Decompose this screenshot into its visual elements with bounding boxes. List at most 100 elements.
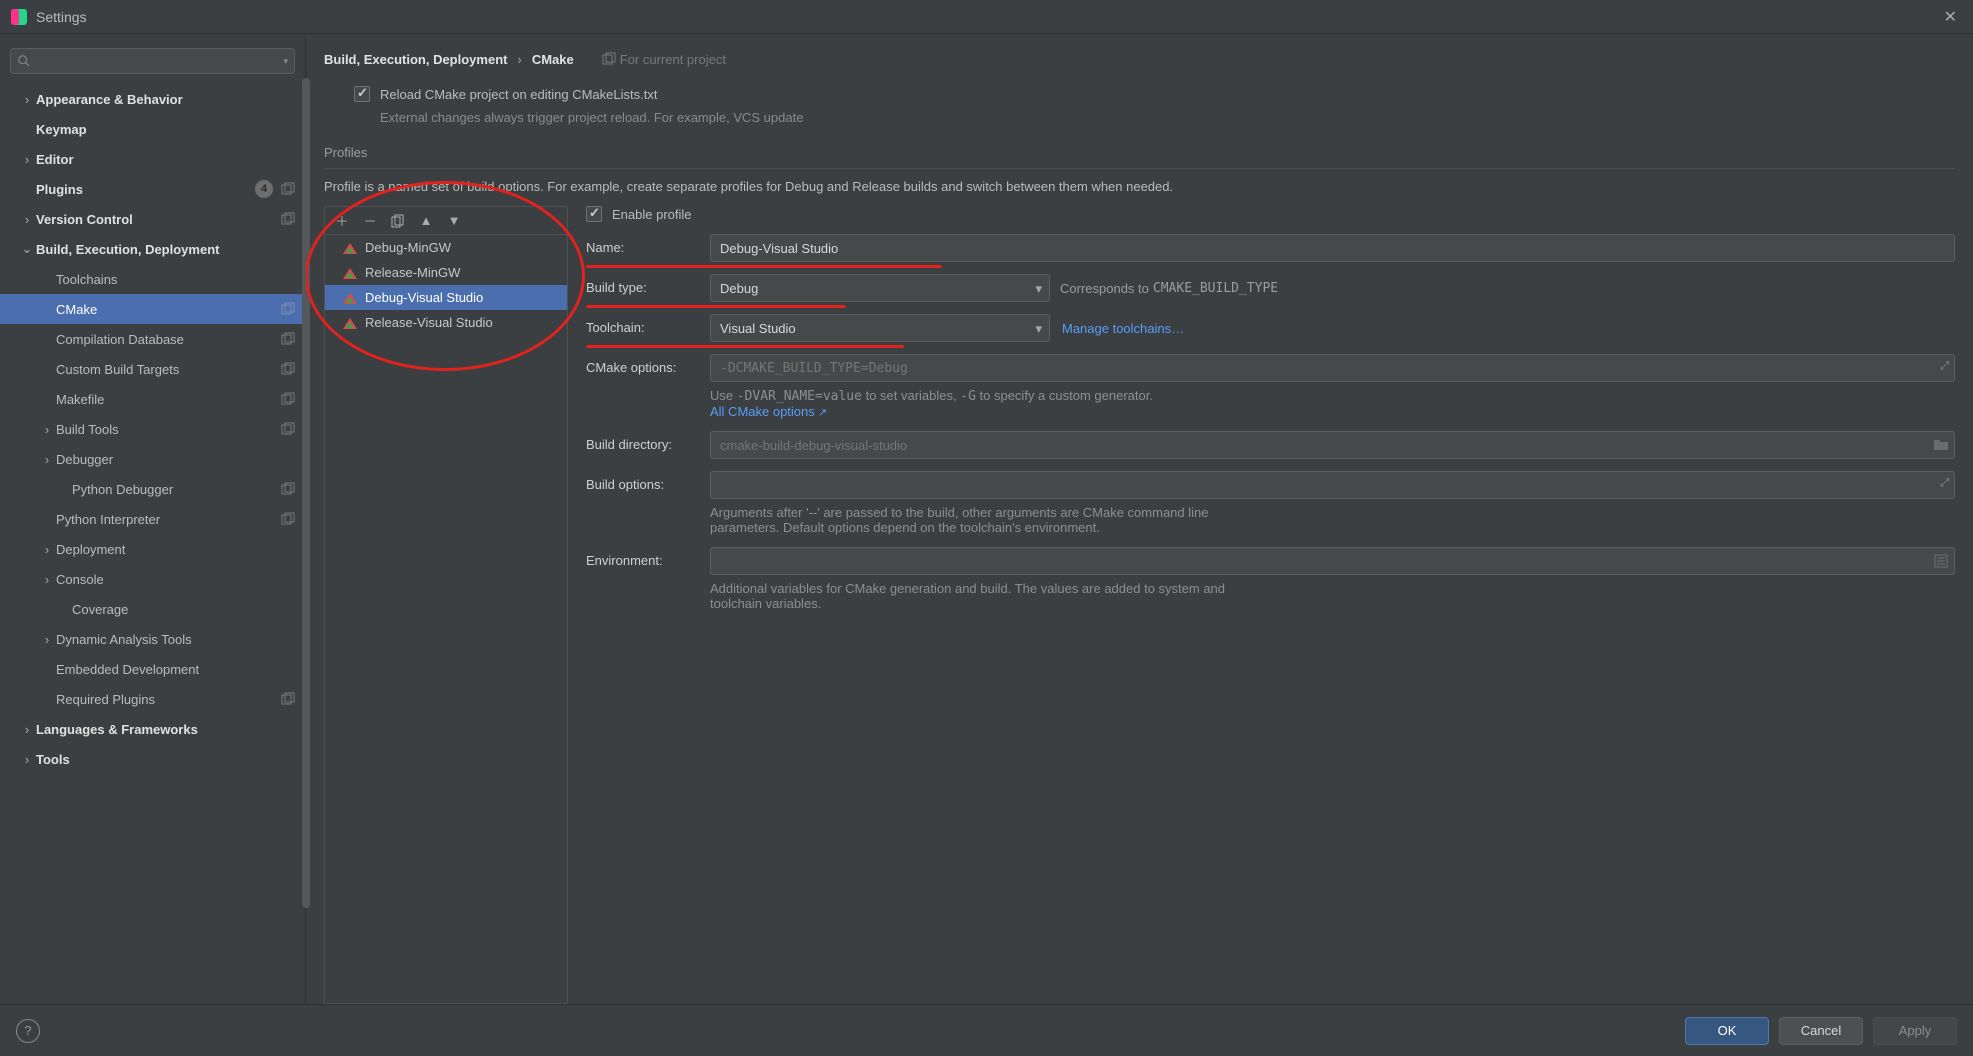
search-icon: [17, 54, 31, 68]
environment-label: Environment:: [586, 547, 698, 568]
profile-item-release-mingw[interactable]: Release-MinGW: [325, 260, 567, 285]
scope-label: For current project: [620, 52, 726, 67]
sidebar-item-label: Languages & Frameworks: [36, 722, 295, 737]
sidebar-item-label: Python Interpreter: [56, 512, 277, 527]
build-type-corresponds: Corresponds to: [1060, 281, 1149, 296]
settings-sidebar: ▾ ›Appearance & BehaviorKeymap›EditorPlu…: [0, 34, 306, 1004]
reload-cmake-checkbox[interactable]: [354, 86, 370, 102]
sidebar-item-label: Coverage: [72, 602, 295, 617]
folder-icon[interactable]: [1933, 437, 1949, 453]
name-input[interactable]: [710, 234, 1955, 262]
sidebar-item-tools[interactable]: ›Tools: [0, 744, 305, 774]
sidebar-item-deployment[interactable]: ›Deployment: [0, 534, 305, 564]
chevron-icon: ›: [38, 452, 56, 467]
breadcrumb-segment-0[interactable]: Build, Execution, Deployment: [324, 52, 507, 67]
sidebar-item-coverage[interactable]: Coverage: [0, 594, 305, 624]
sidebar-item-makefile[interactable]: Makefile: [0, 384, 305, 414]
enable-profile-checkbox[interactable]: [586, 206, 602, 222]
sidebar-item-compilation-database[interactable]: Compilation Database: [0, 324, 305, 354]
sidebar-item-label: Build Tools: [56, 422, 277, 437]
annotation-underline-buildtype: [586, 305, 846, 308]
sidebar-item-label: Tools: [36, 752, 295, 767]
sidebar-item-label: Debugger: [56, 452, 295, 467]
profiles-list[interactable]: Debug-MinGW Release-MinGW Debug-Visual Stu…: [325, 235, 567, 1003]
profile-move-up-button[interactable]: ▲: [417, 212, 435, 230]
environment-input[interactable]: [710, 547, 1955, 575]
sidebar-item-build-tools[interactable]: ›Build Tools: [0, 414, 305, 444]
sidebar-item-version-control[interactable]: ›Version Control: [0, 204, 305, 234]
sidebar-scrollbar-thumb[interactable]: [302, 78, 310, 908]
profiles-header: Profiles: [324, 145, 1955, 160]
titlebar: Settings ✕: [0, 0, 1973, 34]
build-type-select[interactable]: [710, 274, 1050, 302]
sidebar-item-console[interactable]: ›Console: [0, 564, 305, 594]
sidebar-item-languages-frameworks[interactable]: ›Languages & Frameworks: [0, 714, 305, 744]
profile-add-button[interactable]: ＋: [333, 212, 351, 230]
apply-button[interactable]: Apply: [1873, 1017, 1957, 1045]
expand-icon[interactable]: ⤢: [1940, 360, 1949, 373]
breadcrumb: Build, Execution, Deployment › CMake For…: [324, 42, 1955, 76]
sidebar-item-toolchains[interactable]: Toolchains: [0, 264, 305, 294]
chevron-icon: ›: [38, 542, 56, 557]
annotation-underline-name: [586, 265, 942, 268]
build-type-code: CMAKE_BUILD_TYPE: [1153, 281, 1278, 296]
toolchain-select[interactable]: [710, 314, 1050, 342]
sidebar-item-build-execution-deployment[interactable]: ⌄Build, Execution, Deployment: [0, 234, 305, 264]
sidebar-scrollbar-track[interactable]: [302, 48, 312, 1008]
build-options-hint: Arguments after '--' are passed to the b…: [710, 505, 1270, 535]
build-directory-input[interactable]: [710, 431, 1955, 459]
chevron-icon: ›: [18, 722, 36, 737]
ok-button[interactable]: OK: [1685, 1017, 1769, 1045]
reload-cmake-label: Reload CMake project on editing CMakeLis…: [380, 87, 657, 102]
sidebar-item-label: Makefile: [56, 392, 277, 407]
enable-profile-label: Enable profile: [612, 207, 692, 222]
cmake-options-input[interactable]: [710, 354, 1955, 382]
manage-toolchains-link[interactable]: Manage toolchains…: [1062, 321, 1184, 336]
profile-item-label: Release-MinGW: [365, 265, 460, 280]
sidebar-item-dynamic-analysis-tools[interactable]: ›Dynamic Analysis Tools: [0, 624, 305, 654]
help-button[interactable]: ?: [16, 1019, 40, 1043]
build-options-input[interactable]: [710, 471, 1955, 499]
sidebar-item-custom-build-targets[interactable]: Custom Build Targets: [0, 354, 305, 384]
profile-item-release-visual-studio[interactable]: Release-Visual Studio: [325, 310, 567, 335]
sidebar-item-label: Toolchains: [56, 272, 295, 287]
list-icon[interactable]: [1933, 553, 1949, 569]
sidebar-item-label: Plugins: [36, 182, 255, 197]
sidebar-item-label: Console: [56, 572, 295, 587]
sidebar-item-keymap[interactable]: Keymap: [0, 114, 305, 144]
search-dropdown-icon[interactable]: ▾: [283, 56, 288, 67]
sidebar-item-python-interpreter[interactable]: Python Interpreter: [0, 504, 305, 534]
sidebar-item-label: Embedded Development: [56, 662, 295, 677]
section-divider: [324, 168, 1955, 169]
window-close-button[interactable]: ✕: [1938, 5, 1963, 29]
build-options-label: Build options:: [586, 471, 698, 492]
sidebar-item-cmake[interactable]: CMake: [0, 294, 305, 324]
chevron-icon: ›: [18, 92, 36, 107]
settings-search-input[interactable]: [35, 54, 283, 69]
chevron-icon: ›: [18, 152, 36, 167]
profile-item-debug-visual-studio[interactable]: Debug-Visual Studio: [325, 285, 567, 310]
all-cmake-options-link[interactable]: All CMake options: [710, 404, 827, 419]
profile-item-debug-mingw[interactable]: Debug-MinGW: [325, 235, 567, 260]
profile-copy-button[interactable]: [389, 212, 407, 230]
sidebar-item-python-debugger[interactable]: Python Debugger: [0, 474, 305, 504]
sidebar-item-label: Required Plugins: [56, 692, 277, 707]
sidebar-item-editor[interactable]: ›Editor: [0, 144, 305, 174]
profile-move-down-button[interactable]: ▼: [445, 212, 463, 230]
profile-remove-button[interactable]: －: [361, 212, 379, 230]
sidebar-item-embedded-development[interactable]: Embedded Development: [0, 654, 305, 684]
settings-tree[interactable]: ›Appearance & BehaviorKeymap›EditorPlugi…: [0, 84, 305, 1004]
breadcrumb-separator: ›: [517, 52, 521, 67]
sidebar-item-label: Deployment: [56, 542, 295, 557]
sidebar-item-debugger[interactable]: ›Debugger: [0, 444, 305, 474]
sidebar-item-plugins[interactable]: Plugins4: [0, 174, 305, 204]
sidebar-item-required-plugins[interactable]: Required Plugins: [0, 684, 305, 714]
settings-search[interactable]: ▾: [10, 48, 295, 74]
sidebar-item-appearance-behavior[interactable]: ›Appearance & Behavior: [0, 84, 305, 114]
expand-icon[interactable]: ⤢: [1940, 477, 1949, 490]
profile-item-label: Release-Visual Studio: [365, 315, 493, 330]
breadcrumb-segment-1[interactable]: CMake: [532, 52, 574, 67]
sidebar-item-label: Python Debugger: [72, 482, 277, 497]
cancel-button[interactable]: Cancel: [1779, 1017, 1863, 1045]
profile-form: Enable profile Name: Build type: ▾ Corre…: [586, 206, 1955, 1004]
